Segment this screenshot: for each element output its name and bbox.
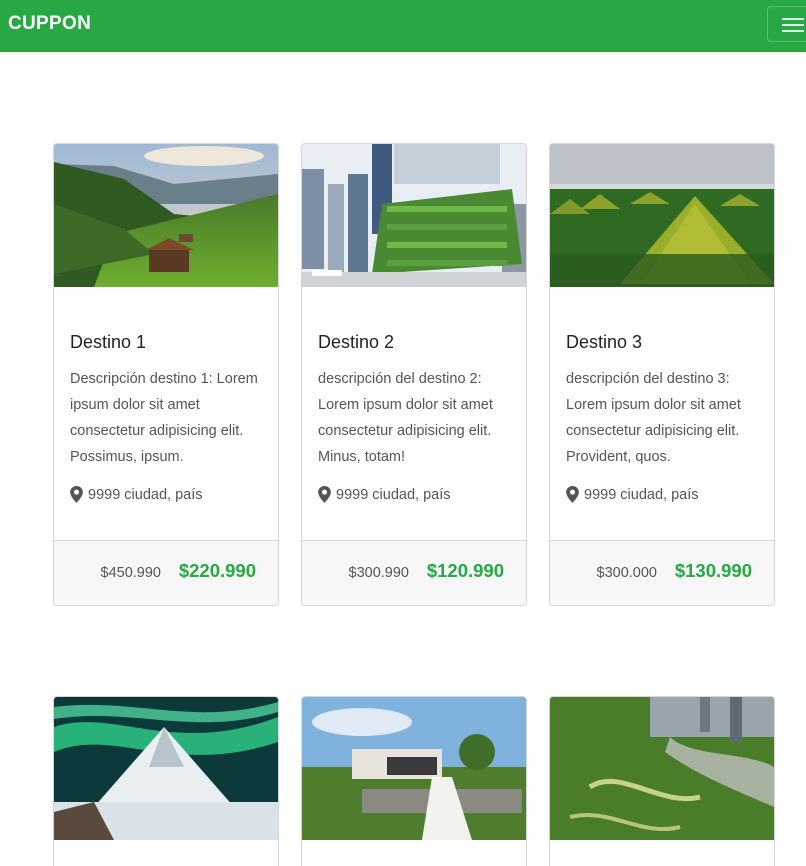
destination-card[interactable] xyxy=(549,696,775,866)
map-pin-icon xyxy=(318,486,331,503)
card-title: Destino 3 xyxy=(566,332,643,352)
original-price: $300.990 xyxy=(348,565,409,581)
green-roof-building-photo xyxy=(302,697,526,840)
card-title: Destino 1 xyxy=(70,332,147,352)
destination-card[interactable]: Destino 3 descripción del destino 3: Lor… xyxy=(549,143,775,606)
card-location: 9999 ciudad, país xyxy=(70,486,202,503)
card-location: 9999 ciudad, país xyxy=(566,486,698,503)
map-pin-icon xyxy=(70,486,83,503)
destination-card[interactable]: Destino 2 descripción del destino 2: Lor… xyxy=(301,143,527,606)
card-footer: $300.000 $130.990 xyxy=(550,540,774,605)
alpine-valley-photo xyxy=(54,144,278,287)
location-text: 9999 ciudad, país xyxy=(336,486,451,503)
card-footer: $300.990 $120.990 xyxy=(302,540,526,605)
aerial-river-city-photo xyxy=(550,697,774,840)
green-skyscraper-photo xyxy=(302,144,526,287)
map-pin-icon xyxy=(566,486,579,503)
location-text: 9999 ciudad, país xyxy=(584,486,699,503)
hamburger-menu-icon xyxy=(782,18,804,20)
card-location: 9999 ciudad, país xyxy=(318,486,450,503)
menu-toggle-button[interactable] xyxy=(767,6,806,42)
card-footer: $450.990 $220.990 xyxy=(54,540,278,605)
chocolate-hills-photo xyxy=(550,144,774,287)
card-description: descripción del destino 2: Lorem ipsum d… xyxy=(318,371,493,465)
hamburger-menu-icon-bar xyxy=(782,24,804,26)
destination-card[interactable] xyxy=(301,696,527,866)
navbar: CUPPON xyxy=(0,0,806,52)
destination-card[interactable]: Destino 1 Descripción destino 1: Lorem i… xyxy=(53,143,279,606)
card-description: Descripción destino 1: Lorem ipsum dolor… xyxy=(70,371,258,465)
discount-price: $130.990 xyxy=(674,560,752,581)
destination-card[interactable] xyxy=(53,696,279,866)
card-title: Destino 2 xyxy=(318,332,395,352)
location-text: 9999 ciudad, país xyxy=(88,486,203,503)
discount-price: $120.990 xyxy=(426,560,504,581)
card-description: descripción del destino 3: Lorem ipsum d… xyxy=(566,371,741,465)
brand-logo[interactable]: CUPPON xyxy=(8,13,91,35)
original-price: $450.990 xyxy=(100,565,161,581)
original-price: $300.000 xyxy=(596,565,657,581)
hamburger-menu-icon-bar xyxy=(782,30,804,32)
aurora-mountain-photo xyxy=(54,697,278,840)
discount-price: $220.990 xyxy=(178,560,256,581)
